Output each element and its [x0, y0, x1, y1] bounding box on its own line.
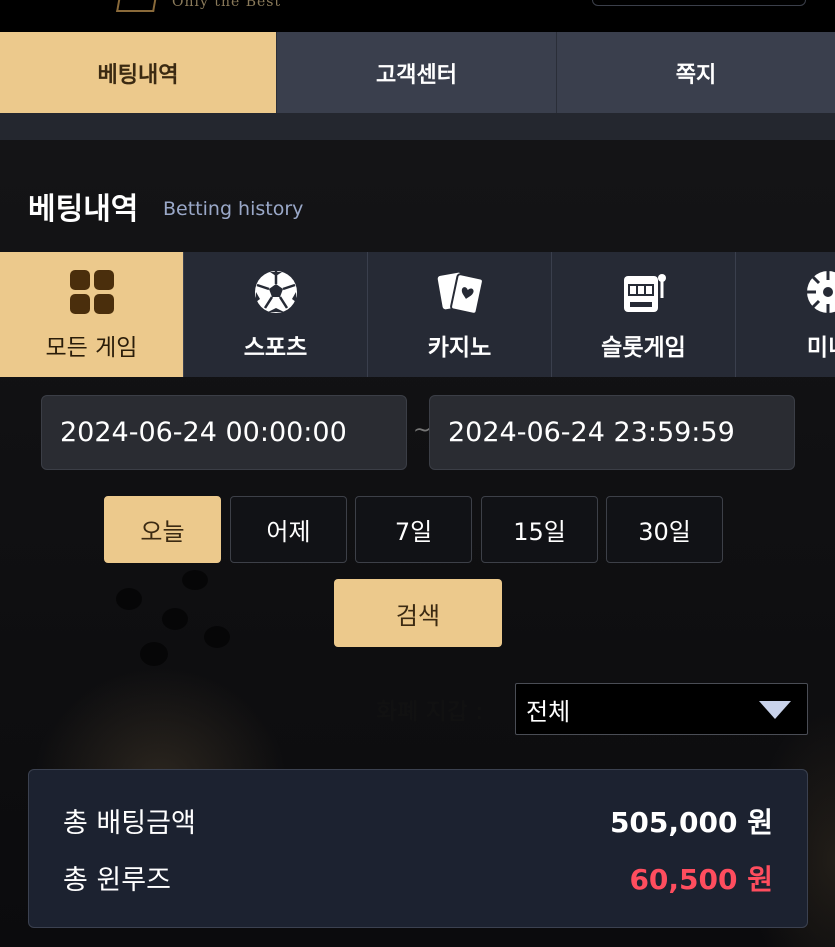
- logo-text: Only the Best: [172, 0, 282, 10]
- top-nav: 베팅내역 고객센터 쪽지: [0, 32, 835, 113]
- page-title: 베팅내역: [28, 192, 139, 227]
- currency-wallet-label: 화폐 지갑 :: [376, 699, 484, 725]
- nav-divider-strip: [0, 113, 835, 140]
- grid-icon: [69, 270, 114, 314]
- total-bet-row: 총 배팅금액 505,000 원: [63, 801, 773, 841]
- range-7days-button[interactable]: 7일: [355, 496, 472, 563]
- currency-selected-value: 전체: [526, 697, 571, 726]
- tab-label: 모든 게임: [45, 335, 138, 361]
- tab-slot-games[interactable]: 슬롯게임: [552, 252, 736, 377]
- dice-pip: [116, 588, 142, 610]
- header-strip: Only the Best: [0, 0, 835, 32]
- range-30days-button[interactable]: 30일: [606, 496, 723, 563]
- playing-cards-icon: [437, 272, 484, 315]
- tab-label: 슬롯게임: [601, 335, 686, 361]
- range-15days-button[interactable]: 15일: [481, 496, 598, 563]
- tab-label: 카지노: [427, 335, 492, 361]
- start-date-input[interactable]: 2024-06-24 00:00:00: [41, 395, 407, 470]
- total-win-row: 총 윈루즈 60,500 원: [63, 858, 773, 898]
- dice-pip: [204, 626, 230, 648]
- range-today-button[interactable]: 오늘: [104, 496, 221, 563]
- search-button[interactable]: 검색: [334, 579, 502, 647]
- game-tabs: 모든 게임 스포츠 카지노 슬롯게임 미: [0, 252, 835, 377]
- nav-customer-center[interactable]: 고객센터: [277, 32, 557, 113]
- tab-all-games[interactable]: 모든 게임: [0, 252, 184, 377]
- nav-messages[interactable]: 쪽지: [557, 32, 835, 113]
- total-bet-label: 총 배팅금액: [63, 808, 196, 839]
- tab-casino[interactable]: 카지노: [368, 252, 552, 377]
- total-win-label: 총 윈루즈: [63, 865, 171, 896]
- tab-label: 스포츠: [243, 335, 308, 361]
- dice-pip: [182, 570, 208, 590]
- header-user-box[interactable]: [592, 0, 806, 6]
- dice-pip: [140, 642, 168, 666]
- logo-icon: [116, 0, 158, 12]
- tab-sports[interactable]: 스포츠: [184, 252, 368, 377]
- tab-mini-games[interactable]: 미니: [736, 252, 835, 377]
- range-yesterday-button[interactable]: 어제: [230, 496, 347, 563]
- slot-machine-icon: [623, 274, 666, 312]
- soccer-ball-icon: [254, 271, 297, 313]
- tab-label: 미니: [806, 335, 835, 361]
- dropdown-caret-icon: [759, 701, 791, 719]
- mini-game-icon: [807, 271, 835, 313]
- nav-betting-history[interactable]: 베팅내역: [0, 32, 277, 113]
- dice-pip: [162, 608, 188, 630]
- total-win-value: 60,500 원: [629, 863, 773, 896]
- total-bet-value: 505,000 원: [609, 806, 773, 839]
- page-subtitle: Betting history: [163, 198, 304, 220]
- currency-wallet-select[interactable]: 전체: [515, 683, 808, 735]
- end-date-input[interactable]: 2024-06-24 23:59:59: [429, 395, 795, 470]
- betting-summary: 총 배팅금액 505,000 원 총 윈루즈 60,500 원: [28, 769, 808, 928]
